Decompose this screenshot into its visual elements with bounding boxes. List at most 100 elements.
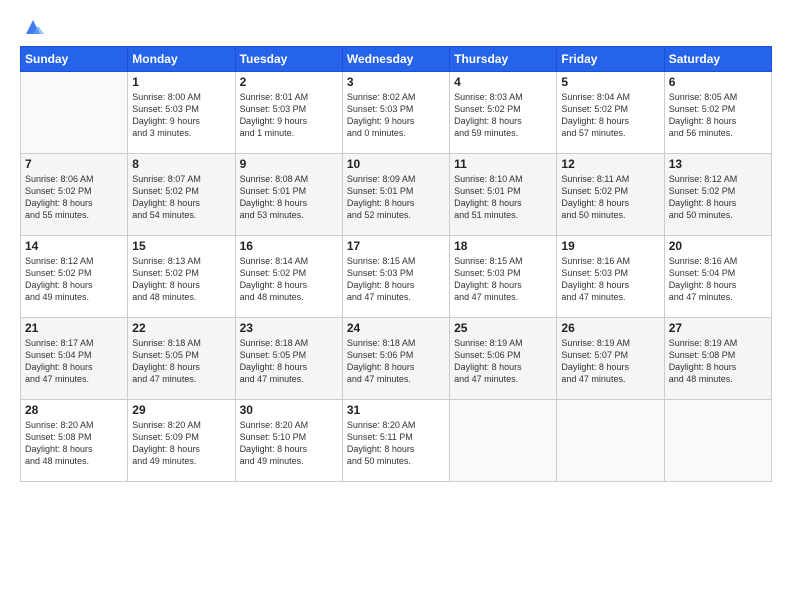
day-number: 14: [25, 239, 123, 253]
calendar-header-sunday: Sunday: [21, 47, 128, 72]
day-info: Sunrise: 8:06 AM Sunset: 5:02 PM Dayligh…: [25, 173, 123, 222]
calendar-cell: 25Sunrise: 8:19 AM Sunset: 5:06 PM Dayli…: [450, 318, 557, 400]
calendar-cell: 8 Sunrise: 8:07 AM Sunset: 5:02 PM Daylig…: [128, 154, 235, 236]
calendar-cell: 6 Sunrise: 8:05 AM Sunset: 5:02 PM Daylig…: [664, 72, 771, 154]
calendar-cell: 5Sunrise: 8:04 AM Sunset: 5:02 PM Daylig…: [557, 72, 664, 154]
day-info: Sunrise: 8:10 AM Sunset: 5:01 PM Dayligh…: [454, 173, 552, 222]
logo-icon: [22, 16, 44, 38]
day-number: 20: [669, 239, 767, 253]
day-info: Sunrise: 8:19 AM Sunset: 5:08 PM Dayligh…: [669, 337, 767, 386]
day-number: 17: [347, 239, 445, 253]
calendar-cell: [664, 400, 771, 482]
day-number: 30: [240, 403, 338, 417]
calendar-week-row: 21 Sunrise: 8:17 AM Sunset: 5:04 PM Dayli…: [21, 318, 772, 400]
day-info: Sunrise: 8:05 AM Sunset: 5:02 PM Dayligh…: [669, 91, 767, 140]
calendar-cell: 26 Sunrise: 8:19 AM Sunset: 5:07 PM Dayli…: [557, 318, 664, 400]
calendar-cell: 7 Sunrise: 8:06 AM Sunset: 5:02 PM Daylig…: [21, 154, 128, 236]
day-number: 9: [240, 157, 338, 171]
calendar-cell: 14 Sunrise: 8:12 AM Sunset: 5:02 PM Dayli…: [21, 236, 128, 318]
day-info: Sunrise: 8:16 AM Sunset: 5:04 PM Dayligh…: [669, 255, 767, 304]
day-info: Sunrise: 8:12 AM Sunset: 5:02 PM Dayligh…: [25, 255, 123, 304]
day-number: 31: [347, 403, 445, 417]
day-info: Sunrise: 8:08 AM Sunset: 5:01 PM Dayligh…: [240, 173, 338, 222]
day-number: 27: [669, 321, 767, 335]
calendar-cell: 3Sunrise: 8:02 AM Sunset: 5:03 PM Daylig…: [342, 72, 449, 154]
calendar-cell: 21 Sunrise: 8:17 AM Sunset: 5:04 PM Dayli…: [21, 318, 128, 400]
day-number: 18: [454, 239, 552, 253]
calendar-cell: 23 Sunrise: 8:18 AM Sunset: 5:05 PM Dayli…: [235, 318, 342, 400]
day-info: Sunrise: 8:20 AM Sunset: 5:08 PM Dayligh…: [25, 419, 123, 468]
logo: [20, 16, 44, 36]
day-info: Sunrise: 8:17 AM Sunset: 5:04 PM Dayligh…: [25, 337, 123, 386]
calendar-week-row: 1 Sunrise: 8:00 AM Sunset: 5:03 PM Daylig…: [21, 72, 772, 154]
day-number: 7: [25, 157, 123, 171]
calendar-cell: 24 Sunrise: 8:18 AM Sunset: 5:06 PM Dayli…: [342, 318, 449, 400]
day-info: Sunrise: 8:07 AM Sunset: 5:02 PM Dayligh…: [132, 173, 230, 222]
day-number: 24: [347, 321, 445, 335]
day-number: 4: [454, 75, 552, 89]
day-info: Sunrise: 8:15 AM Sunset: 5:03 PM Dayligh…: [454, 255, 552, 304]
calendar-cell: 17 Sunrise: 8:15 AM Sunset: 5:03 PM Dayli…: [342, 236, 449, 318]
day-number: 2: [240, 75, 338, 89]
day-number: 26: [561, 321, 659, 335]
header: [20, 16, 772, 36]
day-number: 25: [454, 321, 552, 335]
calendar-cell: 2 Sunrise: 8:01 AM Sunset: 5:03 PM Daylig…: [235, 72, 342, 154]
day-number: 16: [240, 239, 338, 253]
day-info: Sunrise: 8:20 AM Sunset: 5:10 PM Dayligh…: [240, 419, 338, 468]
day-info: Sunrise: 8:18 AM Sunset: 5:06 PM Dayligh…: [347, 337, 445, 386]
day-info: Sunrise: 8:18 AM Sunset: 5:05 PM Dayligh…: [240, 337, 338, 386]
day-info: Sunrise: 8:00 AM Sunset: 5:03 PM Dayligh…: [132, 91, 230, 140]
calendar-cell: 22Sunrise: 8:18 AM Sunset: 5:05 PM Dayli…: [128, 318, 235, 400]
calendar-week-row: 28 Sunrise: 8:20 AM Sunset: 5:08 PM Dayli…: [21, 400, 772, 482]
day-info: Sunrise: 8:19 AM Sunset: 5:07 PM Dayligh…: [561, 337, 659, 386]
calendar-cell: 10Sunrise: 8:09 AM Sunset: 5:01 PM Dayli…: [342, 154, 449, 236]
calendar-header-row: SundayMondayTuesdayWednesdayThursdayFrid…: [21, 47, 772, 72]
day-info: Sunrise: 8:20 AM Sunset: 5:11 PM Dayligh…: [347, 419, 445, 468]
day-number: 23: [240, 321, 338, 335]
day-info: Sunrise: 8:13 AM Sunset: 5:02 PM Dayligh…: [132, 255, 230, 304]
day-number: 5: [561, 75, 659, 89]
calendar-header-monday: Monday: [128, 47, 235, 72]
calendar-cell: 11 Sunrise: 8:10 AM Sunset: 5:01 PM Dayli…: [450, 154, 557, 236]
day-number: 1: [132, 75, 230, 89]
calendar-cell: 16 Sunrise: 8:14 AM Sunset: 5:02 PM Dayli…: [235, 236, 342, 318]
calendar-cell: 30 Sunrise: 8:20 AM Sunset: 5:10 PM Dayli…: [235, 400, 342, 482]
day-info: Sunrise: 8:16 AM Sunset: 5:03 PM Dayligh…: [561, 255, 659, 304]
calendar-cell: 13 Sunrise: 8:12 AM Sunset: 5:02 PM Dayli…: [664, 154, 771, 236]
page: SundayMondayTuesdayWednesdayThursdayFrid…: [0, 0, 792, 612]
calendar-cell: [450, 400, 557, 482]
calendar-cell: 9 Sunrise: 8:08 AM Sunset: 5:01 PM Daylig…: [235, 154, 342, 236]
day-number: 6: [669, 75, 767, 89]
day-number: 22: [132, 321, 230, 335]
calendar-cell: 28 Sunrise: 8:20 AM Sunset: 5:08 PM Dayli…: [21, 400, 128, 482]
day-info: Sunrise: 8:09 AM Sunset: 5:01 PM Dayligh…: [347, 173, 445, 222]
day-number: 21: [25, 321, 123, 335]
calendar-cell: 18 Sunrise: 8:15 AM Sunset: 5:03 PM Dayli…: [450, 236, 557, 318]
day-number: 12: [561, 157, 659, 171]
calendar-cell: 4 Sunrise: 8:03 AM Sunset: 5:02 PM Daylig…: [450, 72, 557, 154]
calendar-cell: 29Sunrise: 8:20 AM Sunset: 5:09 PM Dayli…: [128, 400, 235, 482]
day-info: Sunrise: 8:01 AM Sunset: 5:03 PM Dayligh…: [240, 91, 338, 140]
calendar-header-tuesday: Tuesday: [235, 47, 342, 72]
day-number: 19: [561, 239, 659, 253]
calendar: SundayMondayTuesdayWednesdayThursdayFrid…: [20, 46, 772, 482]
day-number: 3: [347, 75, 445, 89]
day-info: Sunrise: 8:20 AM Sunset: 5:09 PM Dayligh…: [132, 419, 230, 468]
day-info: Sunrise: 8:03 AM Sunset: 5:02 PM Dayligh…: [454, 91, 552, 140]
day-info: Sunrise: 8:15 AM Sunset: 5:03 PM Dayligh…: [347, 255, 445, 304]
day-info: Sunrise: 8:11 AM Sunset: 5:02 PM Dayligh…: [561, 173, 659, 222]
calendar-cell: [21, 72, 128, 154]
calendar-header-thursday: Thursday: [450, 47, 557, 72]
day-info: Sunrise: 8:12 AM Sunset: 5:02 PM Dayligh…: [669, 173, 767, 222]
calendar-cell: 27 Sunrise: 8:19 AM Sunset: 5:08 PM Dayli…: [664, 318, 771, 400]
day-number: 13: [669, 157, 767, 171]
calendar-cell: 1 Sunrise: 8:00 AM Sunset: 5:03 PM Daylig…: [128, 72, 235, 154]
day-number: 8: [132, 157, 230, 171]
day-number: 28: [25, 403, 123, 417]
day-number: 11: [454, 157, 552, 171]
calendar-cell: 19 Sunrise: 8:16 AM Sunset: 5:03 PM Dayli…: [557, 236, 664, 318]
day-info: Sunrise: 8:14 AM Sunset: 5:02 PM Dayligh…: [240, 255, 338, 304]
calendar-cell: [557, 400, 664, 482]
calendar-header-saturday: Saturday: [664, 47, 771, 72]
